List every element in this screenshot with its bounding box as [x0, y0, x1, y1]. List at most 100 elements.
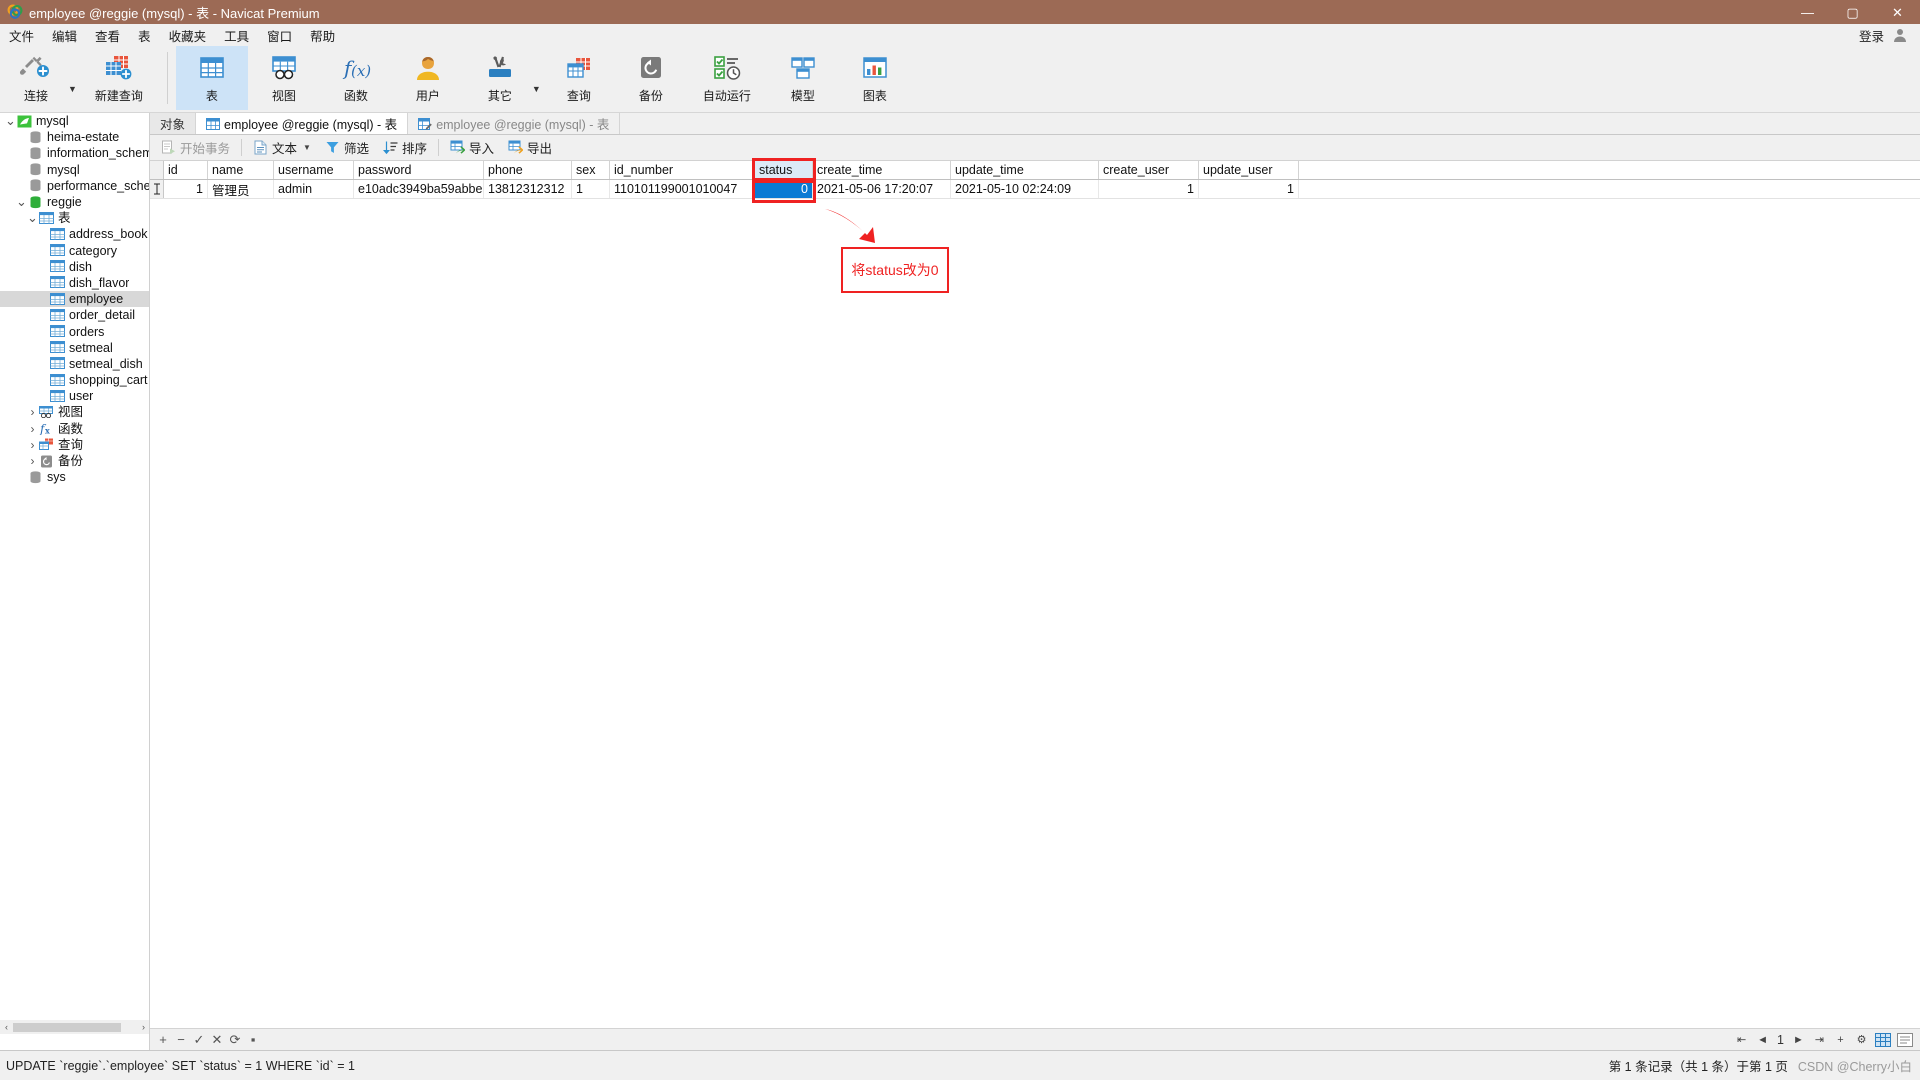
column-header-update_user[interactable]: update_user	[1199, 161, 1299, 179]
chevron-down-icon[interactable]: ⌄	[4, 114, 17, 127]
tree-item--[interactable]: › 备份	[0, 453, 149, 469]
cell-status[interactable]: 0	[755, 180, 813, 198]
menu-tools[interactable]: 工具	[215, 24, 258, 47]
toolbar-function[interactable]: f (x) 函数	[320, 46, 392, 110]
previous-record-button[interactable]: ◄	[1754, 1031, 1771, 1048]
text-button[interactable]: 文本 ▼	[246, 136, 318, 159]
menu-view[interactable]: 查看	[86, 24, 129, 47]
toolbar-automation[interactable]: 自动运行	[687, 46, 767, 110]
tree-item-dish_flavor[interactable]: dish_flavor	[0, 275, 149, 291]
import-button[interactable]: 导入	[443, 136, 501, 159]
grid-settings-button[interactable]: ⚙	[1853, 1031, 1870, 1048]
column-header-phone[interactable]: phone	[484, 161, 572, 179]
append-record-button[interactable]: +	[1832, 1031, 1849, 1048]
refresh-button[interactable]: ⟳	[226, 1031, 244, 1049]
column-header-username[interactable]: username	[274, 161, 354, 179]
chevron-right-icon[interactable]: ›	[26, 421, 39, 437]
column-header-status[interactable]: status	[755, 161, 813, 179]
cell-sex[interactable]: 1	[572, 180, 610, 198]
toolbar-chart[interactable]: 图表	[839, 46, 911, 110]
grid-view-button[interactable]	[1874, 1032, 1892, 1048]
tree-item-shopping_cart[interactable]: shopping_cart	[0, 372, 149, 388]
table-row[interactable]: 1管理员admine10adc3949ba59abbe56e1381231231…	[150, 180, 1920, 199]
tree-item-user[interactable]: user	[0, 388, 149, 404]
sidebar-horizontal-scrollbar[interactable]: ‹ ›	[0, 1020, 149, 1034]
toolbar-backup[interactable]: 备份	[615, 46, 687, 110]
login-link[interactable]: 登录	[1859, 26, 1884, 45]
tree-item--[interactable]: › 视图	[0, 404, 149, 420]
toolbar-user[interactable]: 用户	[392, 46, 464, 110]
toolbar-view[interactable]: 视图	[248, 46, 320, 110]
toolbar-other[interactable]: 其它	[464, 46, 536, 110]
object-tree-sidebar[interactable]: ⌄ mysql heima-estate information_schema mysq…	[0, 113, 150, 1050]
tree-item-heima-estate[interactable]: heima-estate	[0, 129, 149, 145]
menu-window[interactable]: 窗口	[258, 24, 301, 47]
scroll-left-arrow[interactable]: ‹	[0, 1022, 13, 1032]
menu-file[interactable]: 文件	[0, 24, 43, 47]
filter-button[interactable]: 筛选	[318, 136, 376, 159]
apply-change-button[interactable]: ✓	[190, 1031, 208, 1049]
tree-item-mysql[interactable]: ⌄ mysql	[0, 113, 149, 129]
column-header-name[interactable]: name	[208, 161, 274, 179]
tree-item-information_schema[interactable]: information_schema	[0, 145, 149, 161]
delete-record-button[interactable]: −	[172, 1031, 190, 1049]
user-avatar-icon[interactable]	[1892, 27, 1908, 43]
column-header-create_time[interactable]: create_time	[813, 161, 951, 179]
tree-item-orders[interactable]: orders	[0, 323, 149, 339]
tree-item-order_detail[interactable]: order_detail	[0, 307, 149, 323]
scroll-right-arrow[interactable]: ›	[137, 1022, 149, 1032]
column-header-password[interactable]: password	[354, 161, 484, 179]
tab-employee-data[interactable]: employee @reggie (mysql) - 表	[196, 113, 409, 134]
menu-help[interactable]: 帮助	[301, 24, 344, 47]
row-indicator[interactable]	[150, 180, 164, 198]
close-button[interactable]: ✕	[1875, 0, 1920, 24]
toolbar-model[interactable]: 模型	[767, 46, 839, 110]
sort-button[interactable]: 排序	[376, 136, 434, 159]
menu-table[interactable]: 表	[129, 24, 160, 47]
tree-item-performance_schema[interactable]: performance_schema	[0, 178, 149, 194]
tree-item--[interactable]: ⌄ 表	[0, 210, 149, 226]
toolbar-connection[interactable]: 连接	[0, 46, 72, 110]
toolbar-table[interactable]: 表	[175, 46, 248, 110]
tree-item-category[interactable]: category	[0, 243, 149, 259]
next-record-button[interactable]: ►	[1790, 1031, 1807, 1048]
stop-button[interactable]: ▪	[244, 1031, 262, 1049]
last-record-button[interactable]: ⇥	[1811, 1031, 1828, 1048]
column-header-sex[interactable]: sex	[572, 161, 610, 179]
export-button[interactable]: 导出	[501, 136, 559, 159]
data-grid[interactable]: id name username password phone sex id_number s…	[150, 158, 1920, 293]
minimize-button[interactable]: —	[1785, 0, 1830, 24]
form-view-button[interactable]	[1896, 1032, 1914, 1048]
toolbar-new-query[interactable]: 新建查询	[79, 46, 159, 110]
cell-update_time[interactable]: 2021-05-10 02:24:09	[951, 180, 1099, 198]
cell-username[interactable]: admin	[274, 180, 354, 198]
tree-item--[interactable]: › 查询	[0, 437, 149, 453]
cell-update_user[interactable]: 1	[1199, 180, 1299, 198]
begin-transaction-button[interactable]: 开始事务	[154, 136, 237, 159]
tab-objects[interactable]: 对象	[150, 113, 197, 134]
cell-phone[interactable]: 13812312312	[484, 180, 572, 198]
chevron-down-icon[interactable]: ⌄	[26, 211, 39, 224]
cell-id_number[interactable]: 110101199001010047	[610, 180, 755, 198]
menu-favorites[interactable]: 收藏夹	[160, 24, 216, 47]
tree-item-address_book[interactable]: address_book	[0, 226, 149, 242]
cancel-change-button[interactable]: ✕	[208, 1031, 226, 1049]
first-record-button[interactable]: ⇤	[1733, 1031, 1750, 1048]
chevron-down-icon[interactable]: ▼	[303, 143, 311, 152]
cell-password[interactable]: e10adc3949ba59abbe56e	[354, 180, 484, 198]
maximize-button[interactable]: ▢	[1830, 0, 1875, 24]
tree-item-reggie[interactable]: ⌄ reggie	[0, 194, 149, 210]
scrollbar-track[interactable]	[13, 1021, 137, 1033]
chevron-right-icon[interactable]: ›	[26, 404, 39, 420]
cell-create_time[interactable]: 2021-05-06 17:20:07	[813, 180, 951, 198]
scrollbar-thumb[interactable]	[13, 1022, 121, 1032]
tree-item-sys[interactable]: sys	[0, 469, 149, 485]
chevron-right-icon[interactable]: ›	[26, 453, 39, 469]
column-header-create_user[interactable]: create_user	[1099, 161, 1199, 179]
cell-id[interactable]: 1	[164, 180, 208, 198]
chevron-down-icon[interactable]: ⌄	[15, 195, 28, 208]
menu-edit[interactable]: 编辑	[43, 24, 86, 47]
tree-item-mysql[interactable]: mysql	[0, 162, 149, 178]
column-header-id_number[interactable]: id_number	[610, 161, 755, 179]
cell-name[interactable]: 管理员	[208, 180, 274, 198]
